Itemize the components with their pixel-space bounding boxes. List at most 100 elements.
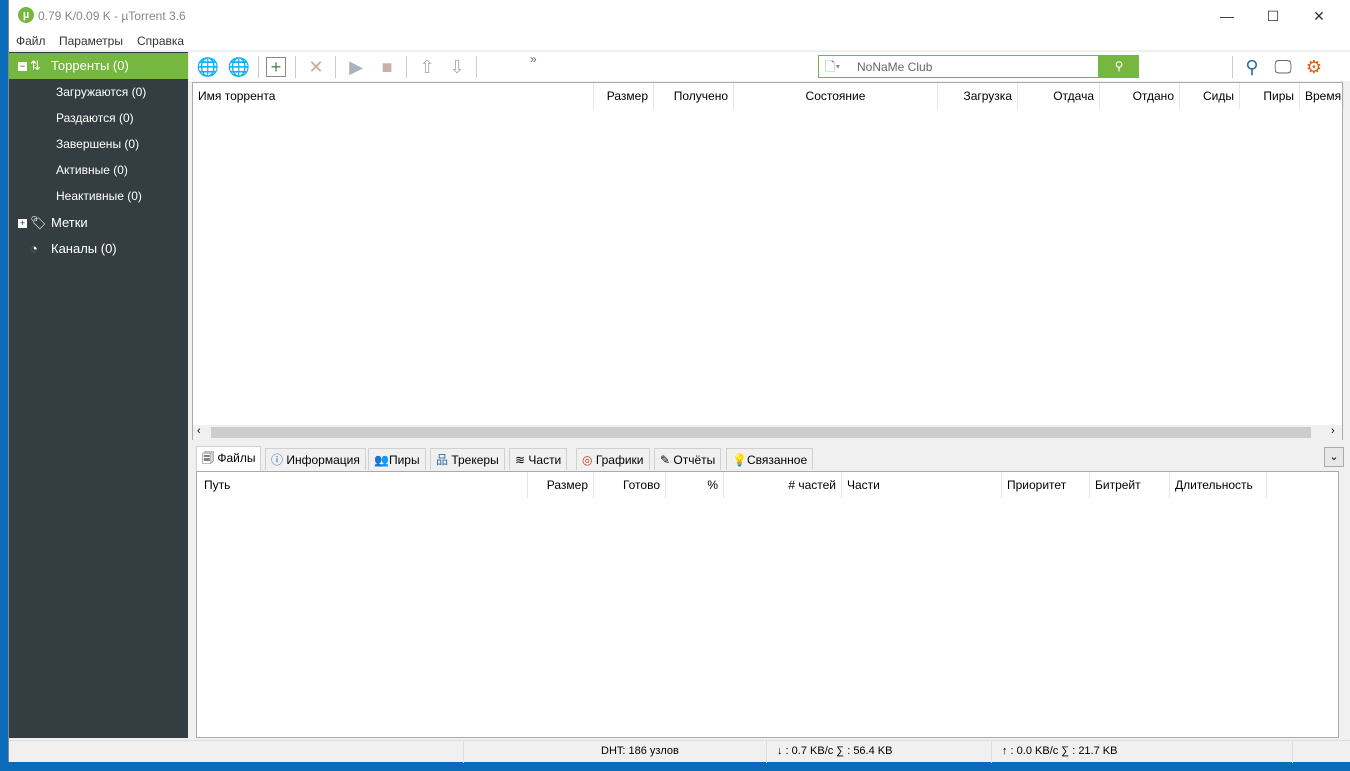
separator [295, 56, 296, 78]
tab-graphs[interactable]: ◎ Графики [576, 448, 650, 470]
move-down-button[interactable]: ⇩ [445, 55, 469, 79]
collapse-panel-button[interactable]: ⌄ [1324, 447, 1344, 467]
torrent-list: Имя торрента Размер Получено Состояние З… [192, 82, 1344, 440]
tab-label: Пиры [388, 453, 420, 467]
column-size[interactable]: Размер [594, 83, 654, 109]
sidebar-item-active[interactable]: Активные (0) [9, 157, 188, 183]
column-eta[interactable]: Время [1300, 83, 1344, 109]
sidebar-item-downloading[interactable]: Загружаются (0) [9, 79, 188, 105]
separator [406, 56, 407, 78]
add-rss-link-icon[interactable]: 🌐 [227, 55, 251, 79]
tab-label: Трекеры [451, 453, 499, 467]
collapse-icon[interactable]: − [18, 62, 27, 71]
tab-trackers[interactable]: 品 Трекеры [430, 448, 505, 470]
transfer-arrows-icon: ⇅ [30, 58, 41, 73]
column-path[interactable]: Путь [199, 472, 528, 498]
pieces-icon: ≋ [515, 453, 529, 467]
info-icon: ⓘ [271, 453, 287, 467]
expand-icon[interactable]: + [18, 219, 27, 228]
rss-icon: ◔ [30, 241, 38, 256]
tab-label: Информация [286, 453, 360, 467]
toolbar: 🌐 🌐 + ✕ ▶ ■ ⇧ ⇩ » 🗋▾ NoNaMe Club ⚲ ⚲ 🖵 ⚙ [189, 52, 1350, 81]
detail-tabs: 🗐 Файлы ⓘ Информация 👥Пиры 品 Трекеры ≋ Ч… [196, 446, 1346, 471]
sidebar-item-label: Метки [51, 215, 88, 230]
tab-files[interactable]: 🗐 Файлы [196, 446, 262, 471]
close-button[interactable]: ✕ [1296, 0, 1342, 32]
move-up-button[interactable]: ⇧ [415, 55, 439, 79]
files-list: Путь Размер Готово % # частей Части Прио… [196, 471, 1339, 738]
column-pieces[interactable]: Части [842, 472, 1002, 498]
sidebar: − ⇅ Торренты (0) Загружаются (0) Раздаются… [9, 52, 188, 738]
settings-icon[interactable]: ⚙ [1302, 55, 1326, 79]
separator [476, 56, 477, 78]
dht-status: DHT: 186 узлов [601, 745, 679, 757]
scrollbar-thumb[interactable] [211, 427, 1311, 438]
column-percent[interactable]: % [666, 472, 724, 498]
stop-button[interactable]: ■ [375, 55, 399, 79]
search-button[interactable]: ⚲ [1099, 55, 1139, 78]
sidebar-item-seeding[interactable]: Раздаются (0) [9, 105, 188, 131]
start-button[interactable]: ▶ [344, 55, 368, 79]
tab-label: Части [528, 453, 562, 467]
toolbar-overflow-button[interactable]: » [530, 52, 537, 66]
column-done[interactable]: Готово [594, 472, 666, 498]
add-torrent-from-url-icon[interactable]: 🌐 [196, 55, 220, 79]
tab-peers[interactable]: 👥Пиры [368, 448, 426, 470]
search-provider-icon[interactable]: 🗋▾ [825, 58, 840, 80]
column-peers[interactable]: Пиры [1240, 83, 1300, 109]
scroll-right-icon[interactable]: › [1331, 425, 1335, 437]
sidebar-item-label: Каналы (0) [51, 241, 117, 256]
window-title: 0.79 K/0.09 K - µTorrent 3.6 [38, 9, 186, 23]
tab-label: Файлы [217, 451, 256, 465]
files-icon: 🗐 [202, 451, 218, 465]
minimize-button[interactable]: — [1204, 0, 1250, 32]
tab-pieces[interactable]: ≋ Части [509, 448, 568, 470]
column-status[interactable]: Состояние [734, 83, 938, 109]
find-icon[interactable]: ⚲ [1240, 55, 1264, 79]
menu-bar: Файл Параметры Справка [9, 32, 1350, 50]
column-downloaded[interactable]: Получено [654, 83, 734, 109]
remote-icon[interactable]: 🖵 [1271, 55, 1295, 79]
horizontal-scrollbar[interactable]: ‹ › [193, 425, 1342, 440]
sidebar-item-inactive[interactable]: Неактивные (0) [9, 183, 188, 209]
column-pieces-count[interactable]: # частей [724, 472, 842, 498]
column-priority[interactable]: Приоритет [1002, 472, 1090, 498]
status-bar: DHT: 186 узлов ↓ : 0.7 KB/c ∑ : 56.4 KB … [9, 740, 1350, 763]
column-size[interactable]: Размер [528, 472, 594, 498]
search-box[interactable]: 🗋▾ NoNaMe Club [818, 55, 1099, 78]
create-torrent-button[interactable]: + [266, 57, 286, 77]
column-name[interactable]: Имя торрента [193, 83, 594, 109]
peers-icon: 👥 [374, 453, 389, 467]
separator [258, 56, 259, 78]
column-seeds[interactable]: Сиды [1180, 83, 1240, 109]
graphs-icon: ◎ [582, 453, 596, 467]
scroll-left-icon[interactable]: ‹ [197, 425, 201, 437]
remove-button[interactable]: ✕ [304, 55, 328, 79]
column-bitrate[interactable]: Битрейт [1090, 472, 1170, 498]
sidebar-item-feeds[interactable]: ◔ Каналы (0) [9, 236, 188, 262]
search-icon: ⚲ [1114, 59, 1124, 73]
sidebar-item-completed[interactable]: Завершены (0) [9, 131, 188, 157]
tab-label: Графики [595, 453, 644, 467]
menu-options[interactable]: Параметры [59, 34, 123, 48]
divider [463, 741, 464, 763]
maximize-button[interactable]: ☐ [1250, 0, 1296, 32]
tab-related[interactable]: 💡Связанное [726, 448, 814, 470]
tag-icon: 🏷 [30, 215, 47, 230]
column-duration[interactable]: Длительность [1170, 472, 1267, 498]
title-bar: µ 0.79 K/0.09 K - µTorrent 3.6 — ☐ ✕ [9, 0, 1350, 32]
menu-file[interactable]: Файл [16, 34, 46, 48]
logger-icon: ✎ [660, 453, 674, 467]
tab-info[interactable]: ⓘ Информация [265, 448, 366, 470]
sidebar-item-labels[interactable]: + 🏷 Метки [9, 210, 188, 236]
search-input[interactable]: NoNaMe Club [857, 60, 932, 74]
upload-status: ↑ : 0.0 KB/c ∑ : 21.7 KB [1002, 745, 1118, 757]
column-down-speed[interactable]: Загрузка [938, 83, 1018, 109]
column-uploaded[interactable]: Отдано [1100, 83, 1180, 109]
sidebar-item-torrents[interactable]: − ⇅ Торренты (0) [9, 53, 188, 79]
column-up-speed[interactable]: Отдача [1018, 83, 1100, 109]
tab-logger[interactable]: ✎ Отчёты [654, 448, 722, 470]
sidebar-item-label: Торренты (0) [51, 58, 129, 73]
lightbulb-icon: 💡 [732, 453, 747, 467]
menu-help[interactable]: Справка [137, 34, 184, 48]
